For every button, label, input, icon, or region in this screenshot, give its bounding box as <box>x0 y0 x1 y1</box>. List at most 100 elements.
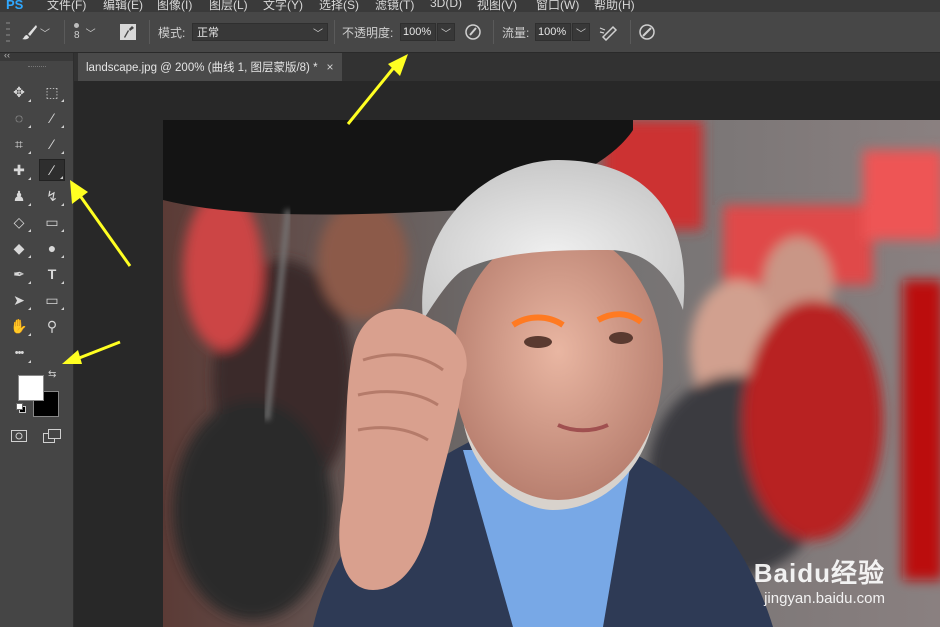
eraser-tool[interactable]: ◇ <box>6 211 32 233</box>
document-tab-bar: landscape.jpg @ 200% (曲线 1, 图层蒙版/8) * × <box>74 53 940 81</box>
screen-mode-button[interactable] <box>39 425 65 447</box>
opacity-input[interactable]: 100% <box>400 23 436 41</box>
menu-layer[interactable]: 图层(L) <box>209 0 248 12</box>
blur-tool-icon: ◆ <box>13 239 25 256</box>
pen-tool-icon: ✒ <box>13 265 25 282</box>
blur-tool[interactable]: ◆ <box>6 237 32 259</box>
flow-dropdown[interactable]: ﹀ <box>572 23 590 41</box>
marquee-tool-icon: ⬚ <box>45 83 59 100</box>
pen-tool[interactable]: ✒ <box>6 263 32 285</box>
panel-header[interactable]: ‹‹ <box>0 50 73 61</box>
stamp-tool[interactable]: ♟ <box>6 185 32 207</box>
options-bar: ﹀ 8 ﹀ 模式: 正常 ﹀ 不透明度: 100% ﹀ 流量: 100% ﹀ <box>0 12 940 53</box>
brush-tip-icon <box>74 23 80 28</box>
photoshop-logo: PS <box>6 0 24 12</box>
document-image[interactable]: Baidu经验 jingyan.baidu.com <box>163 120 940 627</box>
marquee-tool[interactable]: ⬚ <box>39 81 65 103</box>
path-select-tool-icon: ➤ <box>13 291 25 308</box>
zoom-tool[interactable]: ⚲ <box>39 315 65 337</box>
annotation-arrow-brush <box>70 180 132 267</box>
dodge-tool-icon: ● <box>47 240 57 256</box>
brush-settings-icon <box>120 24 136 40</box>
stamp-tool-icon: ♟ <box>12 187 26 204</box>
chevron-down-icon: ﹀ <box>576 28 586 40</box>
brush-panel-toggle[interactable] <box>119 12 141 52</box>
chevron-down-icon: ﹀ <box>313 28 323 40</box>
history-brush-tool-icon: ↯ <box>46 187 58 204</box>
mode-label: 模式: <box>158 25 186 40</box>
menu-bar: PS 文件(F) 编辑(E) 图像(I) 图层(L) 文字(Y) 选择(S) 滤… <box>0 0 940 12</box>
quick-select-tool[interactable]: ⁄ <box>39 107 65 129</box>
chevron-down-icon: ﹀ <box>441 28 451 40</box>
menu-file[interactable]: 文件(F) <box>47 0 86 12</box>
quick-mask-button[interactable] <box>6 425 32 447</box>
menu-filter[interactable]: 滤镜(T) <box>375 0 414 12</box>
path-select-tool[interactable]: ➤ <box>6 289 32 311</box>
crop-tool-icon: ⌗ <box>15 135 23 152</box>
eyedropper-tool[interactable]: ⁄ <box>39 133 65 155</box>
lasso-tool[interactable]: ◌ <box>6 107 32 129</box>
tool-preset-picker[interactable]: ﹀ <box>20 12 56 52</box>
zoom-tool-icon: ⚲ <box>46 317 58 334</box>
crop-tool[interactable]: ⌗ <box>6 133 32 155</box>
close-tab-icon[interactable]: × <box>327 60 334 74</box>
opacity-dropdown[interactable]: ﹀ <box>437 23 455 41</box>
blend-mode-select[interactable]: 正常 ﹀ <box>192 23 328 41</box>
flow-label: 流量: <box>502 25 530 40</box>
chevron-down-icon: ﹀ <box>85 28 96 40</box>
hand-tool[interactable]: ✋ <box>6 315 32 337</box>
eyedropper-tool-icon: ⁄ <box>50 136 54 152</box>
healing-brush-tool[interactable]: ✚ <box>6 159 32 181</box>
gradient-tool-icon: ▭ <box>45 213 59 230</box>
shape-tool-icon: ▭ <box>45 291 59 308</box>
pressure-opacity-icon <box>465 24 481 40</box>
menu-type[interactable]: 文字(Y) <box>263 0 303 12</box>
options-grip <box>6 12 14 52</box>
blend-mode-value: 正常 <box>197 27 219 39</box>
airbrush-icon <box>599 25 618 41</box>
pressure-size-button[interactable] <box>638 12 660 52</box>
watermark-logo-text: Baidu经验 <box>753 558 885 588</box>
pressure-opacity-button[interactable] <box>464 12 486 52</box>
menu-view[interactable]: 视图(V) <box>477 0 517 12</box>
menu-3d[interactable]: 3D(D) <box>430 0 462 10</box>
quick-select-tool-icon: ⁄ <box>50 110 54 126</box>
foreground-color-swatch[interactable] <box>18 375 44 401</box>
hand-tool-icon: ✋ <box>10 317 28 334</box>
menu-select[interactable]: 选择(S) <box>319 0 359 12</box>
lasso-tool-icon: ◌ <box>14 110 24 126</box>
document-tab-title: landscape.jpg @ 200% (曲线 1, 图层蒙版/8) * <box>86 62 318 74</box>
annotation-arrow-opacity <box>346 54 408 125</box>
menu-image[interactable]: 图像(I) <box>157 0 192 12</box>
brush-preset-icon <box>22 25 37 40</box>
watermark-url: jingyan.baidu.com <box>764 590 885 607</box>
type-tool-icon: T <box>47 266 57 282</box>
photo-portrait <box>163 120 940 627</box>
brush-size-value: 8 <box>74 30 80 41</box>
more-tools-button[interactable]: ••• <box>6 342 32 364</box>
document-tab[interactable]: landscape.jpg @ 200% (曲线 1, 图层蒙版/8) * × <box>78 53 342 81</box>
quick-mask-icon <box>11 430 27 442</box>
brush-size-picker[interactable]: 8 ﹀ <box>74 12 112 52</box>
pressure-size-icon <box>639 24 655 40</box>
screen-mode-icon <box>43 429 61 443</box>
default-colors-icon[interactable] <box>16 403 26 413</box>
flow-input[interactable]: 100% <box>535 23 571 41</box>
chevron-down-icon: ﹀ <box>40 28 50 40</box>
menu-edit[interactable]: 编辑(E) <box>103 0 143 12</box>
airbrush-button[interactable] <box>599 12 623 52</box>
baidu-watermark: Baidu经验 jingyan.baidu.com <box>754 553 885 607</box>
swap-colors-icon[interactable]: ⇆ <box>48 369 56 380</box>
eraser-tool-icon: ◇ <box>13 213 25 230</box>
move-tool-icon: ✥ <box>13 83 25 100</box>
menu-window[interactable]: 窗口(W) <box>536 0 579 12</box>
move-tool[interactable]: ✥ <box>6 81 32 103</box>
opacity-label: 不透明度: <box>342 25 394 40</box>
canvas-area[interactable]: Baidu经验 jingyan.baidu.com <box>74 81 940 627</box>
annotation-arrow-colors <box>62 340 121 364</box>
shape-tool[interactable]: ▭ <box>39 289 65 311</box>
healing-brush-tool-icon: ✚ <box>13 161 25 178</box>
brush-tool-icon: ∕ <box>50 162 54 178</box>
menu-help[interactable]: 帮助(H) <box>594 0 635 12</box>
collapse-icon[interactable]: ‹‹ <box>4 50 10 60</box>
